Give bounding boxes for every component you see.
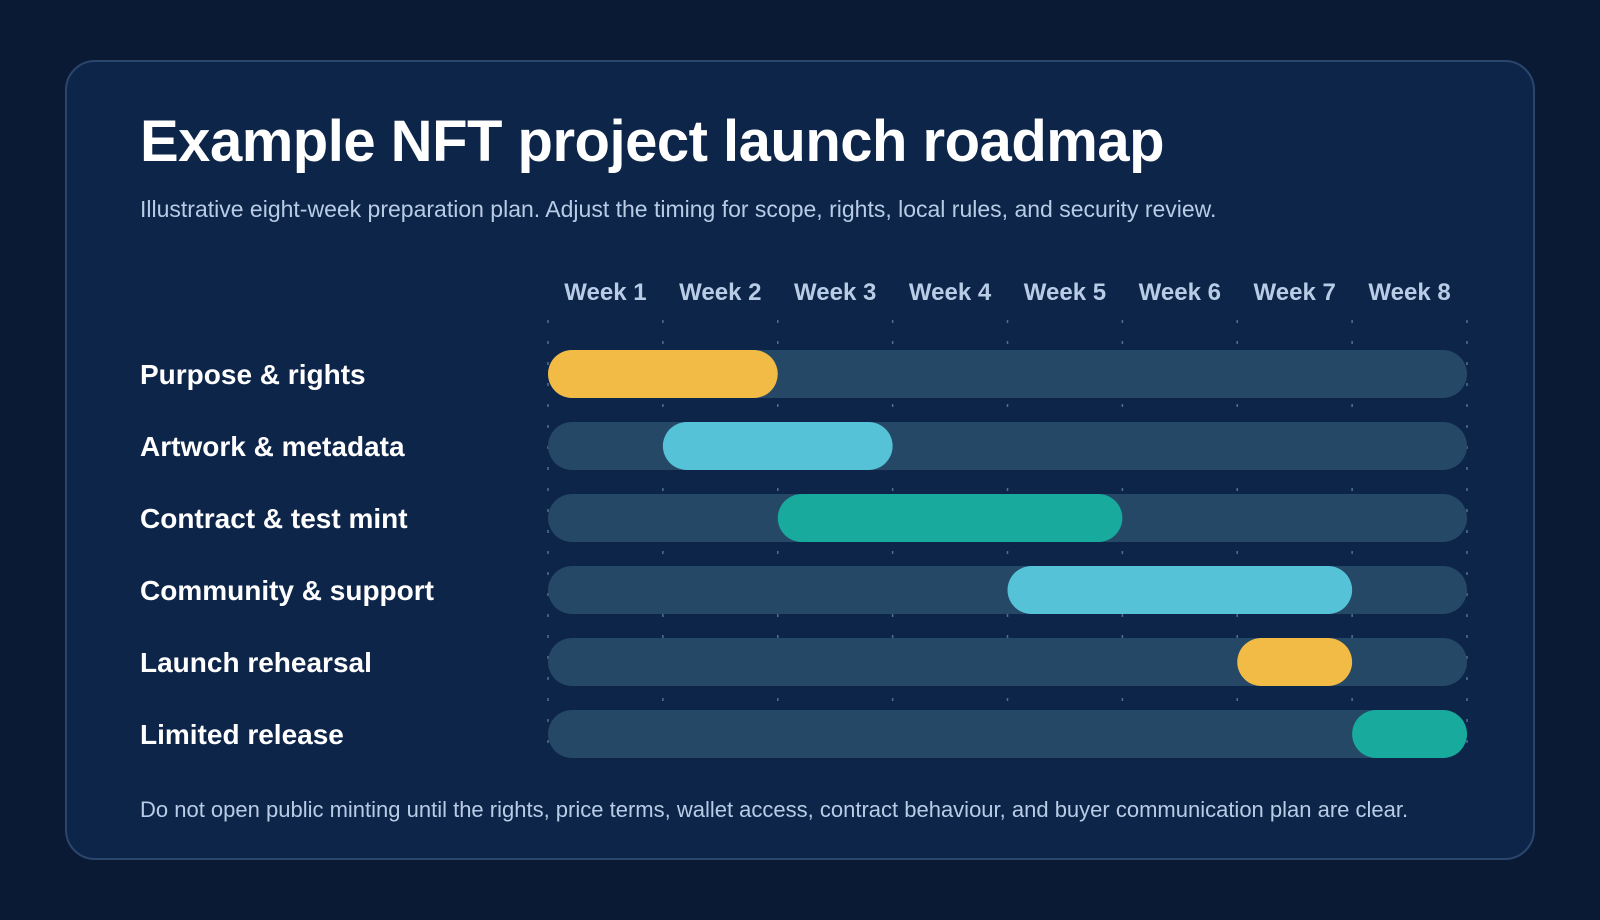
task-bar <box>1007 566 1353 614</box>
task-label: Community & support <box>140 575 434 606</box>
task-bar <box>1352 710 1467 758</box>
task-label: Contract & test mint <box>140 503 408 534</box>
week-label: Week 5 <box>1024 279 1106 306</box>
week-label: Week 2 <box>679 279 761 306</box>
week-label: Week 6 <box>1139 279 1221 306</box>
task-track <box>548 710 1467 758</box>
task-bar <box>1237 638 1353 686</box>
week-label: Week 8 <box>1368 279 1450 306</box>
week-label: Week 7 <box>1254 279 1336 306</box>
task-label: Artwork & metadata <box>140 431 405 462</box>
task-label: Purpose & rights <box>140 359 366 390</box>
task-bar <box>548 350 778 398</box>
week-label: Week 1 <box>564 279 646 306</box>
footnote: Do not open public minting until the rig… <box>140 797 1409 822</box>
roadmap-gantt-chart: Week 1 Week 2 Week 3 Week 4 Week 5 Week 6 Week… <box>140 279 1468 760</box>
task-label: Limited release <box>140 719 344 750</box>
week-label: Week 3 <box>794 279 876 306</box>
week-label: Week 4 <box>909 279 992 306</box>
task-bar <box>662 422 893 470</box>
task-bar <box>777 494 1123 542</box>
task-label: Launch rehearsal <box>140 647 372 678</box>
